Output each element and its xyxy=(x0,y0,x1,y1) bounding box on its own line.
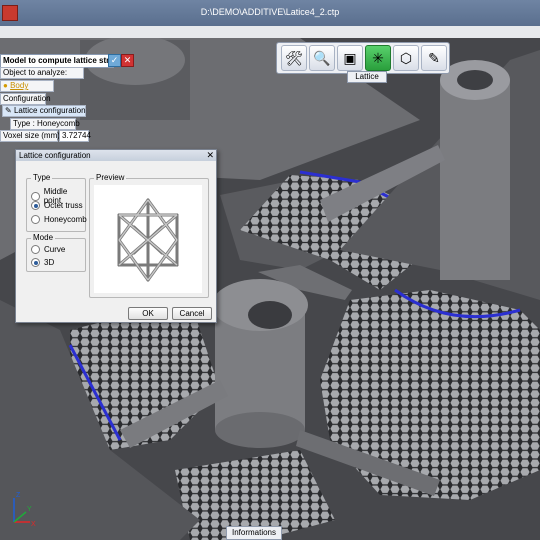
lattice-tab[interactable]: Lattice xyxy=(347,71,387,83)
close-icon[interactable]: ✕ xyxy=(121,54,134,67)
dialog-title: Lattice configuration xyxy=(16,150,216,161)
cancel-button[interactable]: Cancel xyxy=(172,307,212,320)
lattice-config-item[interactable]: ✎ Lattice configuration xyxy=(2,105,86,117)
voxel-size-input[interactable]: 3.72744 xyxy=(59,130,91,142)
bounding-box-icon[interactable]: ▣ xyxy=(337,45,363,71)
tools-icon[interactable]: 🛠 xyxy=(281,45,307,71)
radio-curve[interactable]: Curve xyxy=(31,245,65,254)
mode-group: Mode Curve 3D xyxy=(26,233,86,272)
radio-3d[interactable]: 3D xyxy=(31,258,54,267)
radio-dot xyxy=(31,258,40,267)
body-link[interactable]: Body xyxy=(10,81,28,90)
radio-octet-truss[interactable]: Octet truss xyxy=(31,201,83,210)
edit-icon[interactable]: ✎ xyxy=(421,45,447,71)
confirm-icon[interactable]: ✓ xyxy=(108,54,121,67)
lattice-icon[interactable]: ✳ xyxy=(365,45,391,71)
radio-label: Octet truss xyxy=(44,201,83,210)
radio-dot xyxy=(31,215,40,224)
axis-y-label: Y xyxy=(27,506,32,513)
preview-label: Preview xyxy=(94,173,127,182)
lattice-config-dialog: Lattice configuration ✕ Type Middle poin… xyxy=(15,149,217,323)
axis-triad: X Z Y xyxy=(13,492,36,528)
mesh-icon[interactable]: ⬡ xyxy=(393,45,419,71)
axis-x-label: X xyxy=(31,521,36,528)
property-panel: Model to compute lattice structure ✓ ✕ O… xyxy=(0,54,150,144)
body-row[interactable]: ● Body xyxy=(0,80,54,92)
axis-z-label: Z xyxy=(16,492,21,499)
radio-dot xyxy=(31,191,40,201)
type-line: Type : Honeycomb xyxy=(10,118,80,130)
radio-honeycomb[interactable]: Honeycomb xyxy=(31,215,87,224)
radio-dot xyxy=(31,245,40,254)
edit-pencil-icon: ✎ xyxy=(5,106,12,115)
voxel-label: Voxel size (mm): xyxy=(0,130,62,142)
mode-group-label: Mode xyxy=(31,233,56,242)
type-group-label: Type xyxy=(31,173,53,182)
dialog-close-icon[interactable]: ✕ xyxy=(206,150,214,161)
radio-dot xyxy=(31,201,40,210)
radio-label: 3D xyxy=(44,258,55,267)
lattice-preview-image xyxy=(94,185,202,293)
window-title: D:\DEMO\ADDITIVE\Latice4_2.ctp xyxy=(200,7,340,17)
radio-label: Curve xyxy=(44,245,66,254)
title-bar: D:\DEMO\ADDITIVE\Latice4_2.ctp xyxy=(0,0,540,26)
type-group: Type Middle point Octet truss Honeycomb xyxy=(26,173,87,232)
panel-header: Model to compute lattice structure xyxy=(0,54,114,68)
lattice-config-label: Lattice configuration xyxy=(13,106,86,115)
analyze-icon[interactable]: 🔍 xyxy=(309,45,335,71)
ok-button[interactable]: OK xyxy=(128,307,168,320)
menu-bar xyxy=(0,26,540,38)
body-icon: ● xyxy=(3,81,8,90)
radio-label: Honeycomb xyxy=(44,215,87,224)
informations-tab[interactable]: Informations xyxy=(226,526,282,540)
object-label: Object to analyze: xyxy=(0,67,84,79)
lattice-toolbar: 🛠 🔍 ▣ ✳ ⬡ ✎ xyxy=(276,42,450,74)
preview-group: Preview xyxy=(89,173,209,298)
configuration-label: Configuration xyxy=(0,93,51,105)
